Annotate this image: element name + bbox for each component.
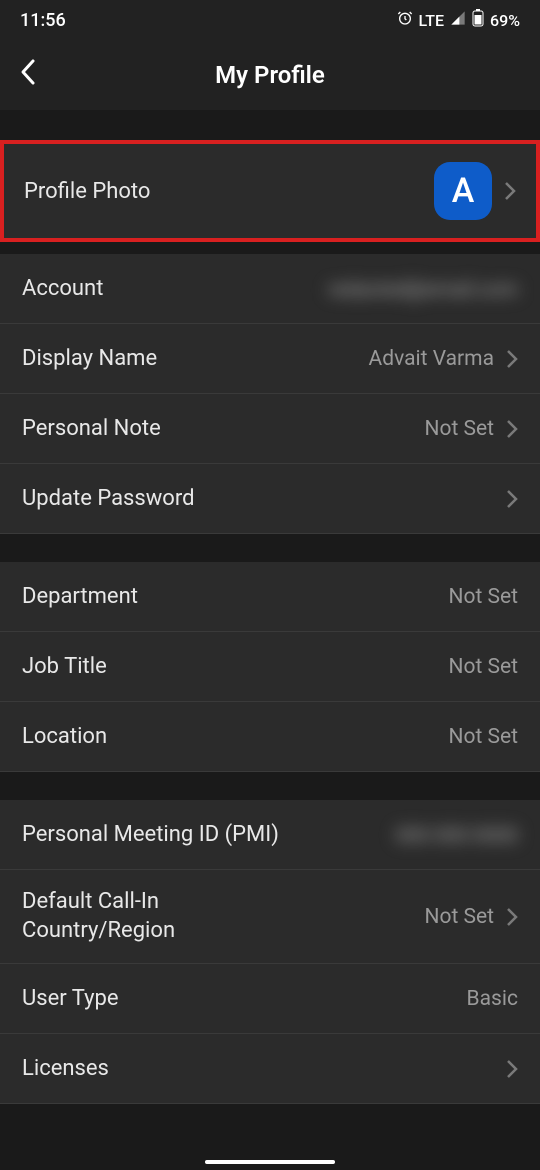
user-type-label: User Type [22, 986, 119, 1011]
department-label: Department [22, 584, 138, 609]
avatar: A [434, 162, 492, 220]
row-profile-photo[interactable]: Profile Photo A [0, 140, 540, 242]
callin-label: Default Call-In Country/Region [22, 888, 175, 945]
row-department[interactable]: Department Not Set [0, 562, 540, 632]
location-value: Not Set [448, 725, 518, 749]
header: My Profile [0, 40, 540, 110]
chevron-right-icon [506, 349, 518, 369]
signal-icon [450, 10, 466, 30]
battery-percent: 69% [490, 11, 520, 30]
chevron-right-icon [504, 181, 516, 201]
chevron-right-icon [506, 907, 518, 927]
callin-value: Not Set [424, 905, 494, 929]
row-update-password[interactable]: Update Password [0, 464, 540, 534]
account-label: Account [22, 276, 103, 301]
job-title-value: Not Set [448, 655, 518, 679]
row-licenses[interactable]: Licenses [0, 1034, 540, 1104]
row-pmi[interactable]: Personal Meeting ID (PMI) 000 000 0000 [0, 800, 540, 870]
status-time: 11:56 [20, 10, 66, 31]
avatar-letter: A [452, 171, 475, 211]
licenses-label: Licenses [22, 1056, 109, 1081]
row-job-title[interactable]: Job Title Not Set [0, 632, 540, 702]
personal-note-label: Personal Note [22, 416, 161, 441]
home-indicator[interactable] [205, 1160, 335, 1164]
location-label: Location [22, 724, 107, 749]
row-account[interactable]: Account redacted@email.com [0, 254, 540, 324]
row-display-name[interactable]: Display Name Advait Varma [0, 324, 540, 394]
job-title-label: Job Title [22, 654, 107, 679]
chevron-right-icon [506, 419, 518, 439]
battery-icon [472, 9, 484, 31]
pmi-value: 000 000 0000 [396, 823, 518, 847]
status-right: LTE 69% [397, 9, 520, 31]
department-value: Not Set [448, 585, 518, 609]
user-type-value: Basic [467, 987, 518, 1011]
network-label: LTE [419, 11, 444, 30]
row-callin-country[interactable]: Default Call-In Country/Region Not Set [0, 870, 540, 964]
update-password-label: Update Password [22, 486, 195, 511]
back-button[interactable] [20, 58, 36, 93]
page-title: My Profile [215, 61, 325, 89]
row-user-type[interactable]: User Type Basic [0, 964, 540, 1034]
chevron-right-icon [506, 1059, 518, 1079]
row-personal-note[interactable]: Personal Note Not Set [0, 394, 540, 464]
display-name-value: Advait Varma [369, 347, 494, 371]
row-location[interactable]: Location Not Set [0, 702, 540, 772]
personal-note-value: Not Set [424, 417, 494, 441]
account-value: redacted@email.com [328, 277, 518, 301]
alarm-icon [397, 10, 413, 30]
profile-photo-label: Profile Photo [24, 179, 150, 204]
chevron-right-icon [506, 489, 518, 509]
display-name-label: Display Name [22, 346, 157, 371]
pmi-label: Personal Meeting ID (PMI) [22, 822, 279, 847]
status-bar: 11:56 LTE 69% [0, 0, 540, 40]
